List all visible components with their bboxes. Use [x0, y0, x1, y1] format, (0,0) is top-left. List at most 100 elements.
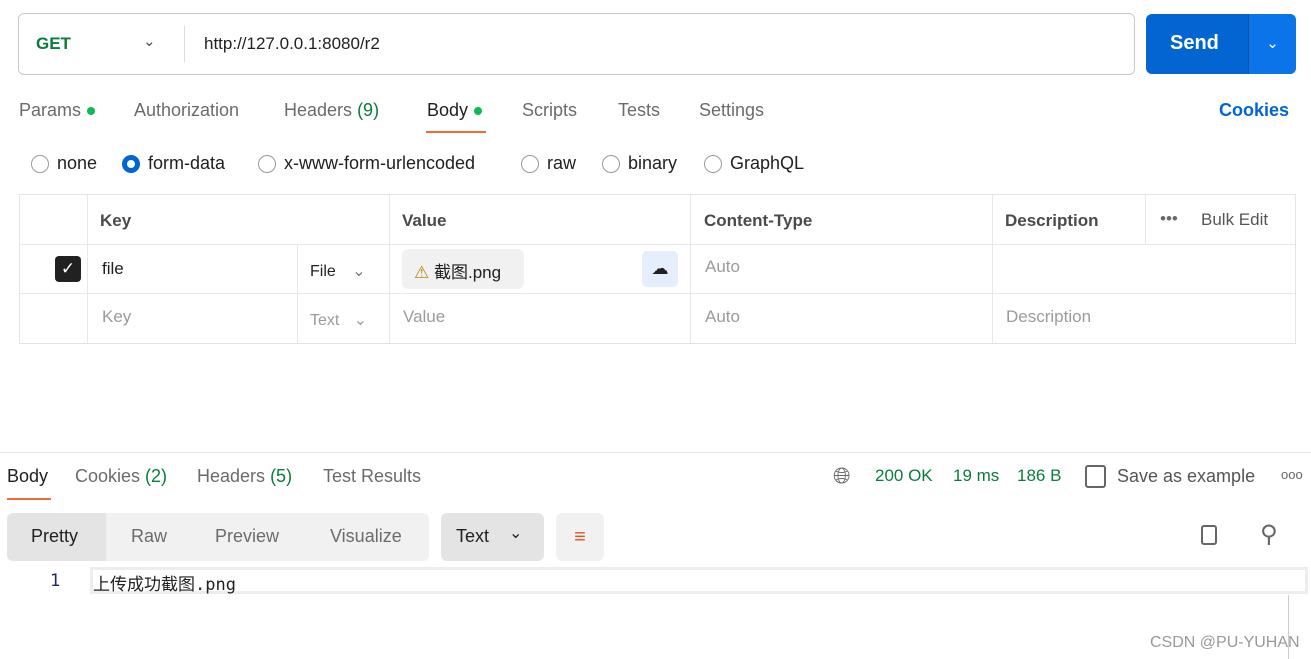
radio-none[interactable]: none — [31, 153, 97, 174]
radio-circle — [258, 154, 276, 173]
status-code[interactable]: 200 OK — [875, 466, 933, 486]
indicator-dot — [87, 107, 96, 116]
divider — [184, 26, 185, 62]
response-tab-cookies[interactable]: Cookies (2) — [75, 466, 167, 487]
chevron-down-icon: ⌄ — [353, 312, 368, 329]
response-time[interactable]: 19 ms — [953, 466, 999, 486]
type-select[interactable]: Text ⌄ — [310, 310, 367, 330]
watermark: CSDN @PU-YUHAN — [1150, 634, 1300, 651]
response-tab-headers[interactable]: Headers (5) — [197, 466, 292, 487]
row-checkbox[interactable]: ✓ — [55, 256, 81, 282]
col-divider — [1145, 195, 1146, 244]
value-input[interactable]: Value — [403, 307, 445, 327]
header-content-type: Content-Type — [704, 211, 813, 230]
radio-label: raw — [547, 153, 577, 173]
more-icon[interactable]: ••• — [1160, 209, 1178, 229]
col-divider — [690, 195, 691, 343]
url-input[interactable]: http://127.0.0.1:8080/r2 — [204, 34, 380, 54]
radio-label: binary — [628, 153, 678, 173]
view-mode-selector: Pretty Raw Preview Visualize — [7, 513, 429, 561]
save-as-example-button[interactable]: Save as example — [1117, 466, 1255, 487]
tab-label: Authorization — [134, 100, 240, 120]
tab-authorization[interactable]: Authorization — [134, 100, 239, 121]
tab-label: Headers — [284, 100, 353, 120]
tab-scripts[interactable]: Scripts — [522, 100, 577, 121]
radio-label: x-www-form-urlencoded — [284, 153, 476, 173]
tab-label: Settings — [699, 100, 765, 120]
radio-urlencoded[interactable]: x-www-form-urlencoded — [258, 153, 475, 174]
file-chip[interactable]: ⚠ 截图.png — [402, 249, 524, 289]
key-field[interactable]: file — [102, 259, 124, 279]
response-size[interactable]: 186 B — [1017, 466, 1061, 486]
col-divider — [389, 195, 390, 343]
active-tab-underline — [426, 131, 486, 133]
description-input[interactable]: Description — [1006, 307, 1091, 327]
line-number: 1 — [50, 571, 61, 591]
format-label: Text — [456, 526, 490, 546]
count: (9) — [357, 100, 380, 120]
tab-body[interactable]: Body — [427, 100, 483, 121]
key-input[interactable]: Key — [102, 307, 131, 327]
radio-label: none — [57, 153, 98, 173]
tab-label: Tests — [618, 100, 661, 120]
count: (2) — [145, 466, 168, 486]
header-description: Description — [1005, 211, 1099, 230]
tab-label: Params — [19, 100, 82, 120]
radio-raw[interactable]: raw — [521, 153, 576, 174]
mode-pretty[interactable]: Pretty — [31, 526, 78, 547]
warning-icon: ⚠ — [414, 263, 430, 282]
col-divider — [992, 195, 993, 343]
radio-label: form-data — [148, 153, 226, 173]
code-line-highlight — [90, 567, 1308, 594]
send-label: Send — [1170, 32, 1219, 54]
chevron-down-icon: ⌄ — [509, 525, 523, 542]
response-tab-test-results[interactable]: Test Results — [323, 466, 421, 487]
radio-graphql[interactable]: GraphQL — [704, 153, 804, 174]
chevron-down-icon: ⌄ — [352, 263, 366, 280]
radio-form-data[interactable]: form-data — [122, 153, 225, 174]
radio-label: GraphQL — [730, 153, 805, 173]
chevron-down-icon[interactable]: ⌄ — [1248, 14, 1296, 74]
upload-cloud-icon[interactable]: ☁ — [642, 251, 678, 287]
form-data-table: Key Value Content-Type Description ••• B… — [19, 194, 1296, 344]
search-icon[interactable]: ⚲ — [1260, 520, 1278, 549]
content-type-input[interactable]: Auto — [705, 307, 740, 327]
chevron-down-icon[interactable]: ⌄ — [143, 32, 156, 50]
content-type-field[interactable]: Auto — [705, 257, 740, 277]
url-bar: GET ⌄ http://127.0.0.1:8080/r2 — [18, 13, 1135, 75]
type-select[interactable]: File ⌄ — [310, 261, 366, 281]
radio-circle — [31, 154, 49, 173]
send-button[interactable]: Send ⌄ — [1146, 14, 1296, 74]
radio-circle — [521, 154, 539, 173]
tab-label: Scripts — [522, 100, 578, 120]
count: (5) — [270, 466, 293, 486]
bulk-edit-button[interactable]: Bulk Edit — [1201, 210, 1268, 230]
wrap-lines-icon[interactable]: ≡ — [556, 513, 604, 561]
indicator-dot — [474, 107, 483, 116]
copy-icon[interactable] — [1201, 525, 1217, 545]
more-icon[interactable]: ooo — [1281, 467, 1303, 482]
row-divider — [20, 293, 1295, 294]
save-icon[interactable] — [1085, 465, 1106, 488]
tab-label: Body — [427, 100, 469, 120]
response-tab-body[interactable]: Body — [7, 466, 48, 487]
mode-raw[interactable]: Raw — [131, 526, 167, 547]
col-divider — [297, 244, 298, 343]
radio-binary[interactable]: binary — [602, 153, 677, 174]
mode-visualize[interactable]: Visualize — [330, 526, 402, 547]
tab-tests[interactable]: Tests — [618, 100, 660, 121]
tab-settings[interactable]: Settings — [699, 100, 764, 121]
row-divider — [20, 244, 1295, 245]
cookies-link[interactable]: Cookies — [1219, 100, 1289, 121]
globe-icon[interactable]: 🌐︎ — [833, 463, 851, 489]
pane-divider — [0, 452, 1311, 453]
tab-params[interactable]: Params — [19, 100, 96, 121]
mode-preview[interactable]: Preview — [215, 526, 279, 547]
radio-circle — [602, 154, 620, 173]
active-tab-underline — [7, 498, 51, 500]
method-select[interactable]: GET — [36, 34, 71, 54]
type-label: Text — [310, 312, 340, 329]
tab-headers[interactable]: Headers (9) — [284, 100, 379, 121]
format-select[interactable]: Text ⌄ — [441, 513, 544, 561]
response-body-text[interactable]: 上传成功截图.png — [93, 570, 236, 595]
